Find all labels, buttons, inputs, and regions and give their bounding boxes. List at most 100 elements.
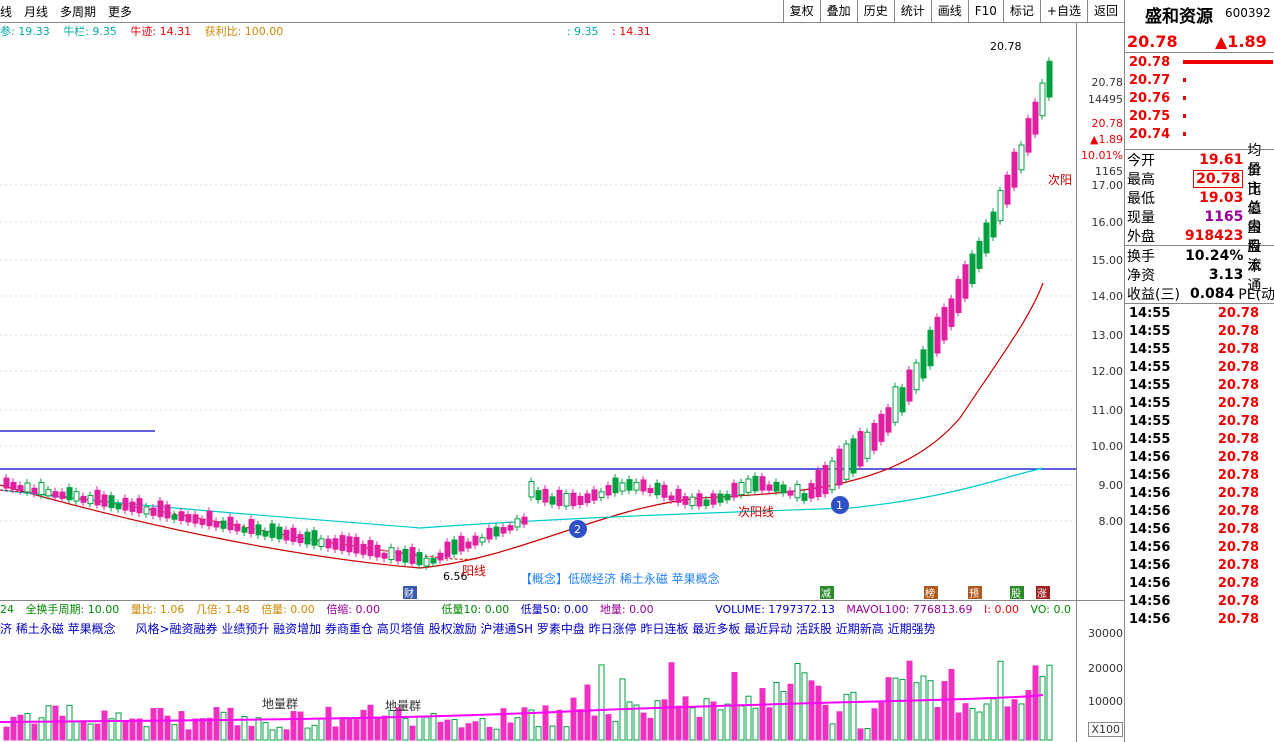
marker-circle-2-label: 2 — [574, 523, 581, 536]
vol-item: MAVOL100: 776813.69 — [846, 603, 973, 616]
legend-niu-ji: 牛迹: 14.31 — [130, 25, 192, 38]
marker-circle-1-label: 1 — [836, 499, 843, 512]
tick-price: 20.78 — [1217, 449, 1259, 465]
back-button[interactable]: 返回 — [1086, 0, 1124, 22]
tick-price: 20.78 — [1217, 323, 1259, 339]
tick-row: 14:56 20.78 — [1125, 448, 1274, 466]
tick-list[interactable]: 14:55 20.78 14:55 20.78 14:55 20.78 14:55 20.78… — [1125, 304, 1274, 628]
axis-info: 14495 — [1088, 93, 1123, 106]
tab-monthly[interactable]: 月线 — [24, 3, 48, 20]
style-tags: 风格>融资融券 业绩预升 融资增加 券商重仓 高贝塔值 股权激励 沪港通SH 罗… — [135, 622, 936, 636]
tick-time: 14:55 — [1129, 431, 1171, 447]
vol-axis-tick: 10000 — [1088, 695, 1123, 708]
badge-forecast[interactable]: 预 — [969, 588, 979, 600]
legend-mid2: : 14.31 — [612, 25, 651, 38]
badge-rise[interactable]: 涨 — [1037, 588, 1047, 600]
order-book-row: 20.78 — [1125, 53, 1274, 71]
tick-row: 14:55 20.78 — [1125, 322, 1274, 340]
secondary-yang-label-2: 次阳 — [1048, 173, 1072, 187]
tick-price: 20.78 — [1217, 521, 1259, 537]
tick-time: 14:56 — [1129, 557, 1171, 573]
badge-reduce[interactable]: 减 — [821, 588, 831, 600]
history-button[interactable]: 历史 — [856, 0, 894, 22]
mark-button[interactable]: 标记 — [1002, 0, 1040, 22]
tick-row: 14:56 20.78 — [1125, 538, 1274, 556]
vol-item: I: 0.00 — [984, 603, 1019, 616]
axis-info: 1165 — [1095, 165, 1123, 178]
axis-tick: 16.00 — [1091, 216, 1124, 229]
order-book-row: 20.77 — [1125, 71, 1274, 89]
tick-time: 14:56 — [1129, 575, 1171, 591]
statistics-button[interactable]: 统计 — [893, 0, 931, 22]
concept-text: 济 稀土永磁 苹果概念 — [0, 622, 116, 636]
axis-tick: 8.00 — [1098, 515, 1124, 528]
candlestick-chart[interactable]: 20.78 6.56 【概念】低碳经济 稀土永磁 苹果概念 阳线 次阳线 次阳 … — [0, 38, 1076, 600]
add-watchlist-button[interactable]: +自选 — [1039, 0, 1087, 22]
tick-row: 14:56 20.78 — [1125, 610, 1274, 628]
yang-line-label: 阳线 — [462, 564, 486, 578]
vol-item: 低量50: 0.00 — [520, 603, 589, 616]
tick-row: 14:55 20.78 — [1125, 376, 1274, 394]
tab-more[interactable]: 更多 — [108, 3, 132, 20]
concept-row: 济 稀土永磁 苹果概念 风格>融资融券 业绩预升 融资增加 券商重仓 高贝塔值 … — [0, 620, 1076, 638]
axis-tick: 11.00 — [1091, 404, 1124, 417]
stock-header: 盛和资源 600392 20.78 ▲1.89 — [1125, 0, 1274, 53]
legend-item: 参: 19.33 — [0, 25, 50, 38]
axis-tick: 17.00 — [1091, 179, 1124, 192]
tick-time: 14:55 — [1129, 323, 1171, 339]
tick-time: 14:56 — [1129, 449, 1171, 465]
tick-row: 14:55 20.78 — [1125, 340, 1274, 358]
tick-price: 20.78 — [1217, 575, 1259, 591]
quote-sidebar: 盛和资源 600392 20.78 ▲1.89 20.78 20.77 20.7… — [1124, 0, 1274, 742]
stock-name: 盛和资源 — [1145, 7, 1213, 27]
chart-toolbar: 线 月线 多周期 更多 复权 叠加 历史 统计 画线 F10 标记 +自选 返回 — [0, 0, 1124, 23]
tick-time: 14:56 — [1129, 521, 1171, 537]
tick-time: 14:55 — [1129, 395, 1171, 411]
tick-row: 14:56 20.78 — [1125, 574, 1274, 592]
draw-line-button[interactable]: 画线 — [930, 0, 968, 22]
tick-price: 20.78 — [1217, 557, 1259, 573]
badge-stock[interactable]: 股 — [1011, 588, 1021, 600]
tick-row: 14:56 20.78 — [1125, 520, 1274, 538]
vol-unit-label: X100 — [1088, 722, 1123, 737]
restore-rights-button[interactable]: 复权 — [782, 0, 820, 22]
tick-price: 20.78 — [1217, 341, 1259, 357]
tick-row: 14:56 20.78 — [1125, 502, 1274, 520]
axis-info: 20.78 — [1091, 76, 1124, 89]
axis-info: ▲1.89 — [1090, 133, 1123, 146]
tick-time: 14:55 — [1129, 341, 1171, 357]
vol-item: 倍缩: 0.00 — [326, 603, 381, 616]
axis-tick: 15.00 — [1091, 254, 1124, 267]
badge-list[interactable]: 榜 — [925, 587, 935, 600]
secondary-yang-label: 次阳线 — [738, 505, 774, 519]
tick-price: 20.78 — [1217, 413, 1259, 429]
tick-price: 20.78 — [1217, 305, 1259, 321]
vol-item: 24 — [0, 603, 14, 616]
f10-button[interactable]: F10 — [967, 0, 1003, 22]
tab-multi-period[interactable]: 多周期 — [60, 3, 96, 20]
vol-item: 低量10: 0.00 — [441, 603, 510, 616]
tick-row: 14:56 20.78 — [1125, 484, 1274, 502]
volume-bars — [0, 660, 1053, 741]
tab-daily[interactable]: 线 — [0, 3, 12, 20]
last-price: 20.78 — [1127, 32, 1178, 51]
legend-mid1: : 9.35 — [566, 25, 599, 38]
volume-chart[interactable]: 地量群 地量群 — [0, 640, 1076, 742]
tick-row: 14:55 20.78 — [1125, 304, 1274, 322]
finance-badge[interactable]: 财 — [404, 587, 414, 600]
axis-tick: 12.00 — [1091, 365, 1124, 378]
tick-time: 14:56 — [1129, 503, 1171, 519]
event-badges: 减 榜 预 股 涨 — [820, 586, 1050, 600]
overlay-button[interactable]: 叠加 — [819, 0, 857, 22]
stock-code: 600392 — [1225, 6, 1271, 20]
price-axis: 20.78 14495 20.78 ▲1.89 10.01% 1165 17.0… — [1076, 22, 1125, 742]
tick-time: 14:55 — [1129, 359, 1171, 375]
axis-info: 10.01% — [1081, 149, 1123, 162]
low-volume-cluster-label: 地量群 — [385, 699, 421, 713]
axis-info: 20.78 — [1091, 117, 1124, 130]
tick-row: 14:55 20.78 — [1125, 394, 1274, 412]
tick-time: 14:55 — [1129, 413, 1171, 429]
tick-price: 20.78 — [1217, 377, 1259, 393]
tick-row: 14:56 20.78 — [1125, 466, 1274, 484]
vol-item: 全换手周期: 10.00 — [25, 603, 120, 616]
